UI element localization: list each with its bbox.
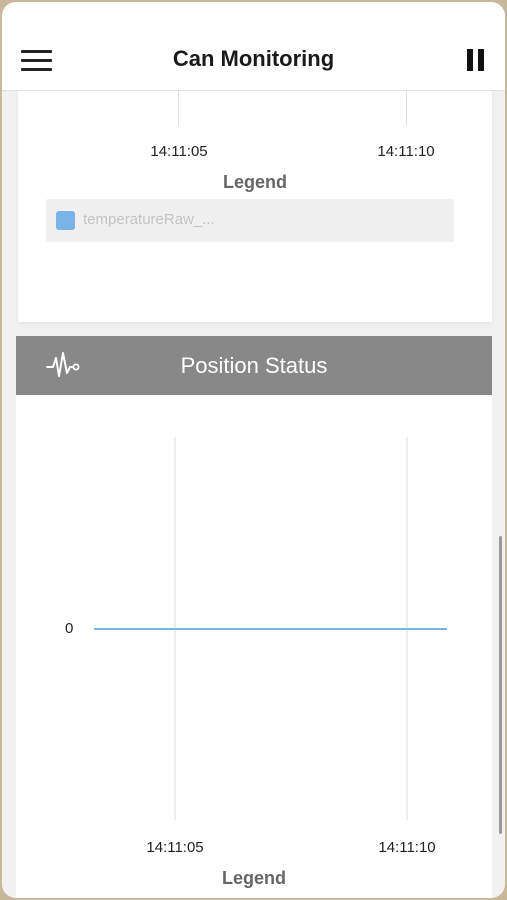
y-tick-label: 0: [65, 620, 74, 637]
legend-title: Legend: [222, 172, 287, 192]
legend-label: temperatureRaw_...: [83, 211, 215, 228]
app-screen: Can Monitoring 14:11:05 14:11:10 Legend …: [2, 2, 505, 898]
x-tick-label: 14:11:05: [146, 839, 204, 856]
navigation-bar: Can Monitoring: [2, 2, 505, 91]
chart-gridline: [178, 90, 179, 126]
temperature-chart-card: 14:11:05 14:11:10 Legend temperatureRaw_…: [18, 90, 492, 322]
chart-gridline: [406, 90, 407, 126]
x-tick-label: 14:11:05: [150, 143, 208, 160]
legend-swatch: [56, 211, 75, 230]
pause-icon[interactable]: [467, 49, 485, 71]
x-tick-label: 14:11:10: [378, 839, 436, 856]
legend-item[interactable]: temperatureRaw_...: [46, 199, 454, 242]
legend-title: Legend: [221, 868, 286, 888]
scrollbar[interactable]: [499, 536, 502, 834]
dashboard-content: 14:11:05 14:11:10 Legend temperatureRaw_…: [2, 90, 505, 898]
panel-title: Position Status: [180, 353, 328, 378]
page-title: Can Monitoring: [172, 46, 335, 71]
position-status-header: Position Status: [16, 336, 492, 395]
x-tick-label: 14:11:10: [377, 143, 435, 160]
position-status-chart: [94, 437, 447, 820]
position-chart-card: 0 14:11:05 14:11:10 Legend: [16, 395, 492, 898]
